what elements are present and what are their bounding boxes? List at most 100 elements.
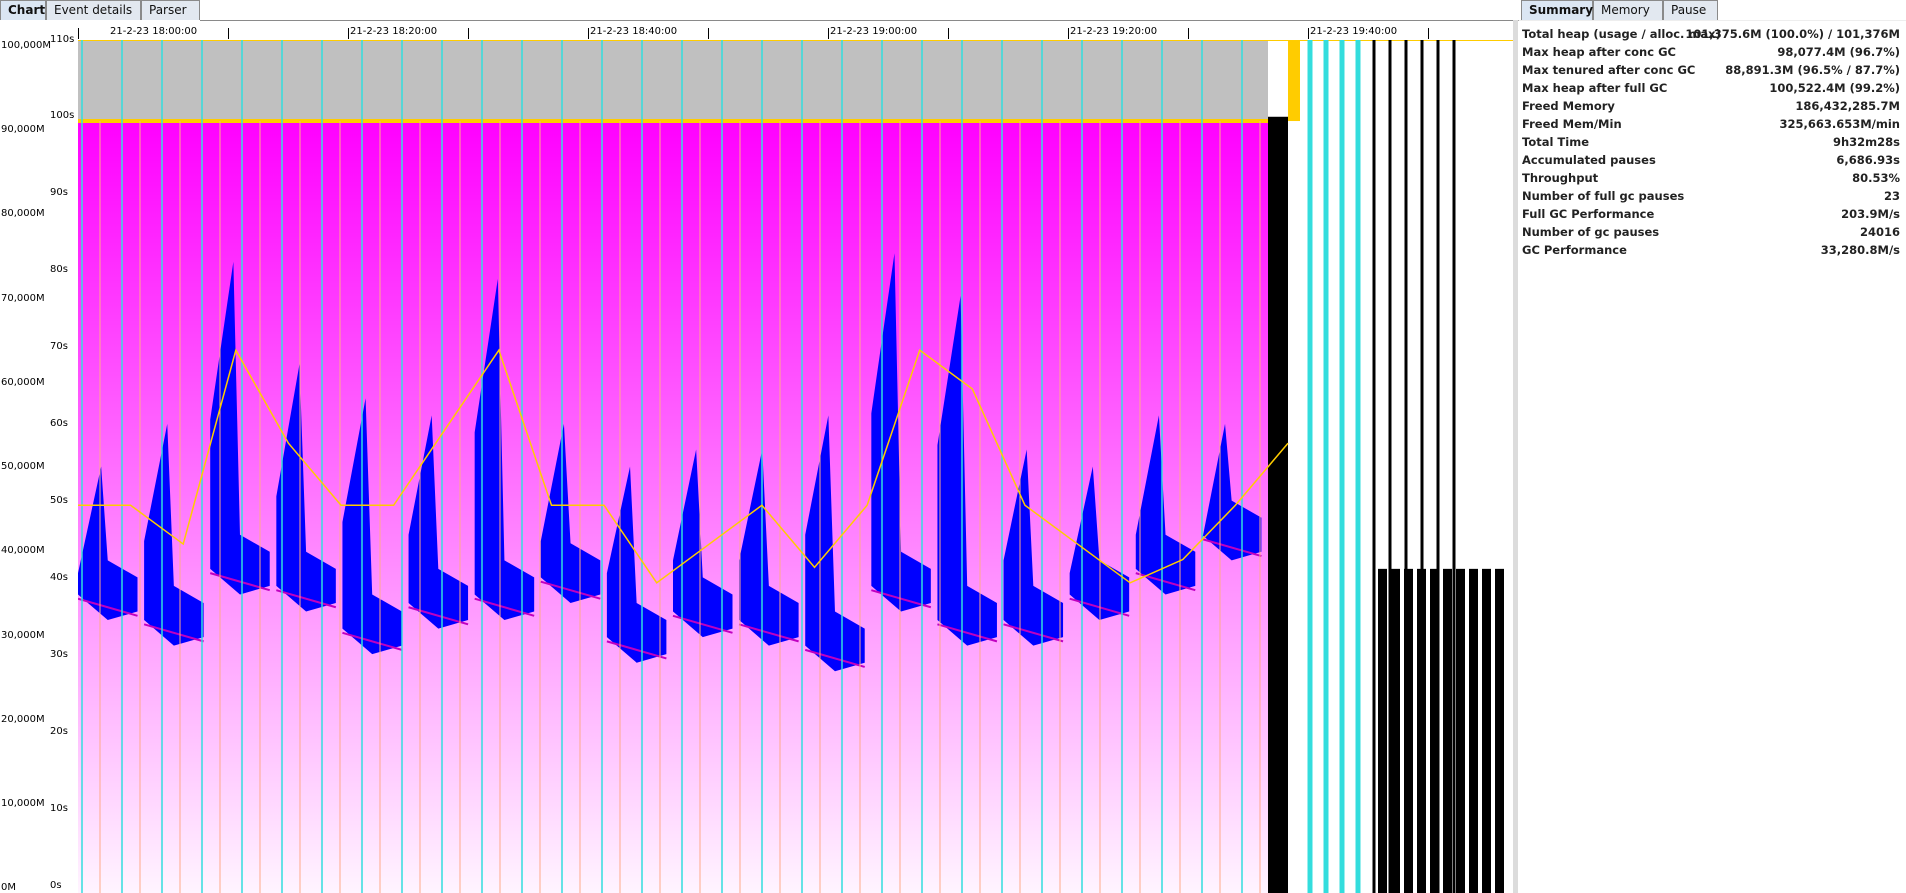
tab-parser[interactable]: Parser (141, 0, 200, 20)
summary-row: Freed Mem/Min 325,663.653M/min (1522, 117, 1900, 135)
timeline-tick (1308, 28, 1309, 39)
full-gc-bar (1404, 568, 1413, 893)
memory-axis-label: 50,000M (1, 461, 45, 472)
timeline-tick (948, 28, 949, 39)
tab-event-details[interactable]: Event details (46, 0, 141, 20)
summary-row: Accumulated pauses 6,686.93s (1522, 153, 1900, 171)
summary-key: GC Performance (1522, 243, 1627, 257)
summary-key: Throughput (1522, 171, 1599, 185)
timeline-tick (1068, 28, 1069, 39)
memory-axis-label: 0M (1, 882, 16, 893)
summary-row: Full GC Performance 203.9M/s (1522, 207, 1900, 225)
full-gc-bar (1378, 568, 1387, 893)
gc-chart[interactable] (78, 40, 1513, 893)
summary-value: 24016 (1859, 225, 1900, 239)
timeline-label: 21-2-23 19:40:00 (1310, 26, 1398, 37)
tab-summary[interactable]: Summary (1521, 0, 1593, 20)
summary-row: Number of gc pauses 24016 (1522, 225, 1900, 243)
summary-value: 6,686.93s (1836, 153, 1900, 167)
summary-key: Max tenured after conc GC (1522, 63, 1696, 77)
full-gc-bar (1443, 568, 1452, 893)
memory-axis-label: 20,000M (1, 714, 45, 725)
summary-key: Accumulated pauses (1522, 153, 1656, 167)
timeline-tick (708, 28, 709, 39)
memory-axis-label: 100,000M (1, 40, 51, 51)
timeline-label: 21-2-23 18:20:00 (350, 26, 438, 37)
summary-key: Max heap after full GC (1522, 81, 1668, 95)
summary-row: Total heap (usage / alloc. max) 101,375.6… (1522, 27, 1900, 45)
timeline-tick (1188, 28, 1189, 39)
timeline-tick (468, 28, 469, 39)
full-gc-bar (1495, 568, 1504, 893)
pause-axis-label: 90s (50, 187, 68, 198)
full-gc-bar (1482, 568, 1491, 893)
timeline-tick (348, 28, 349, 39)
memory-axis-label: 30,000M (1, 630, 45, 641)
summary-value: 23 (1883, 189, 1900, 203)
summary-panel: Total heap (usage / alloc. max) 101,375.6… (1518, 21, 1906, 893)
timeline-label: 21-2-23 18:00:00 (110, 26, 198, 37)
pause-axis-label: 0s (50, 880, 62, 891)
pause-axis-label: 80s (50, 264, 68, 275)
tab-bar-divider (200, 20, 1513, 21)
memory-axis-label: 80,000M (1, 208, 45, 219)
tab-pause[interactable]: Pause (1663, 0, 1718, 20)
summary-key: Max heap after conc GC (1522, 45, 1676, 59)
memory-axis-label: 10,000M (1, 798, 45, 809)
summary-value: 80.53% (1852, 171, 1900, 185)
pause-axis-label: 70s (50, 341, 68, 352)
pause-axis-label: 110s (50, 34, 75, 45)
total-heap-area (78, 40, 1268, 122)
pause-axis-label: 60s (50, 418, 68, 429)
timeline-tick (1428, 28, 1429, 39)
timeline-tick (588, 28, 589, 39)
timeline-tick (78, 28, 79, 39)
summary-key: Number of full gc pauses (1522, 189, 1685, 203)
summary-value: 100,522.4M (99.2%) (1769, 81, 1900, 95)
timeline-tick (828, 28, 829, 39)
memory-axis-label: 70,000M (1, 293, 45, 304)
tab-chart[interactable]: Chart (0, 0, 46, 20)
summary-row: Max heap after conc GC 98,077.4M (96.7%) (1522, 45, 1900, 63)
summary-value: 88,891.3M (96.5% / 87.7%) (1725, 63, 1900, 77)
summary-value: 9h32m28s (1832, 135, 1900, 149)
y-axis-panel: 100,000M 90,000M 80,000M 70,000M 60,000M… (0, 34, 78, 893)
summary-row: Total Time 9h32m28s (1522, 135, 1900, 153)
summary-row: Max heap after full GC 100,522.4M (99.2%) (1522, 81, 1900, 99)
summary-value: 33,280.8M/s (1820, 243, 1900, 257)
summary-key: Number of gc pauses (1522, 225, 1660, 239)
summary-value: 203.9M/s (1841, 207, 1900, 221)
summary-row: Freed Memory 186,432,285.7M (1522, 99, 1900, 117)
pause-axis-label: 100s (50, 110, 75, 121)
full-gc-bar (1391, 568, 1400, 893)
summary-value: 186,432,285.7M (1795, 99, 1900, 113)
tab-memory[interactable]: Memory (1593, 0, 1663, 20)
summary-row: GC Performance 33,280.8M/s (1522, 243, 1900, 261)
summary-value: 98,077.4M (96.7%) (1777, 45, 1900, 59)
summary-key: Freed Mem/Min (1522, 117, 1622, 131)
full-gc-bar (1469, 568, 1478, 893)
pause-axis-label: 10s (50, 803, 68, 814)
summary-value: 101,375.6M (100.0%) / 101,376M (1685, 27, 1900, 41)
summary-key: Total Time (1522, 135, 1589, 149)
timeline-label: 21-2-23 19:20:00 (1070, 26, 1158, 37)
summary-value: 325,663.653M/min (1779, 117, 1900, 131)
full-gc-bar (1456, 568, 1465, 893)
full-gc-bar (1417, 568, 1426, 893)
summary-row: Max tenured after conc GC 88,891.3M (96.5… (1522, 63, 1900, 81)
full-gc-region (1288, 40, 1300, 122)
timeline-label: 21-2-23 18:40:00 (590, 26, 678, 37)
pause-axis-label: 50s (50, 495, 68, 506)
memory-axis-label: 90,000M (1, 124, 45, 135)
pause-axis-label: 30s (50, 649, 68, 660)
summary-key: Full GC Performance (1522, 207, 1655, 221)
summary-row: Throughput 80.53% (1522, 171, 1900, 189)
timeline-tick (228, 28, 229, 39)
timeline-axis: 21-2-23 18:00:00 21-2-23 18:20:00 21-2-2… (78, 25, 1513, 41)
pause-axis-label: 20s (50, 726, 68, 737)
summary-row: Number of full gc pauses 23 (1522, 189, 1900, 207)
memory-axis-label: 40,000M (1, 545, 45, 556)
pause-axis-label: 40s (50, 572, 68, 583)
timeline-label: 21-2-23 19:00:00 (830, 26, 918, 37)
summary-key: Freed Memory (1522, 99, 1615, 113)
